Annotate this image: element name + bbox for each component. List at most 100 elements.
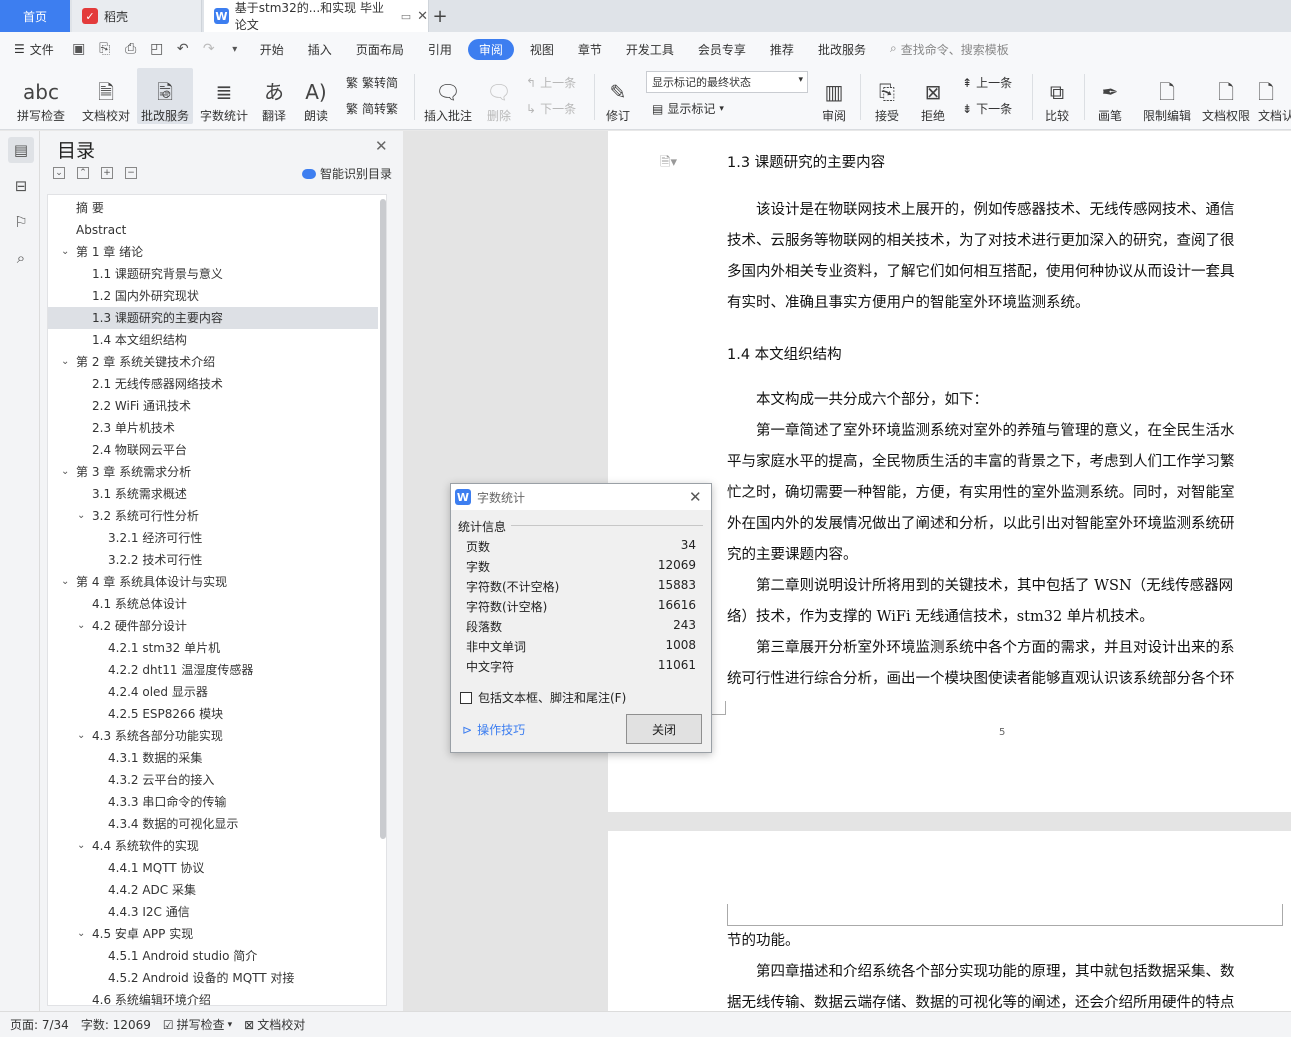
navigation-icon[interactable]: ⊟: [8, 173, 34, 199]
include-textbox-checkbox[interactable]: 包括文本框、脚注和尾注(F): [460, 689, 626, 706]
save-icon[interactable]: ▣: [66, 41, 92, 57]
menu-chapter[interactable]: 章节: [566, 41, 614, 58]
tab-home[interactable]: 首页: [0, 0, 70, 32]
prev-revision-button[interactable]: ⇞ 上一条: [962, 74, 1012, 91]
chevron-down-icon[interactable]: ⌄: [61, 461, 69, 483]
close-icon[interactable]: ✕: [375, 137, 388, 155]
toc-item[interactable]: 1.2 国内外研究现状: [48, 285, 378, 307]
toc-item[interactable]: 3.1 系统需求概述: [48, 483, 378, 505]
simp-to-trad-button[interactable]: 繁简转繁: [346, 100, 398, 117]
pen-button[interactable]: ✒ 画笔: [1092, 68, 1128, 124]
doc-check-status[interactable]: ⊠ 文档校对: [238, 1016, 311, 1033]
collapse-all-icon[interactable]: ⌃: [77, 167, 89, 179]
toc-item[interactable]: 1.4 本文组织结构: [48, 329, 378, 351]
word-count-indicator[interactable]: 字数: 12069: [75, 1016, 157, 1033]
toc-item[interactable]: 4.2.4 oled 显示器: [48, 681, 378, 703]
expand-all-icon[interactable]: ⌄: [53, 167, 65, 179]
tab-pin-icon[interactable]: ▭: [401, 10, 411, 23]
close-icon[interactable]: ✕: [689, 488, 702, 506]
new-tab-icon[interactable]: +: [430, 0, 450, 32]
tab-close-icon[interactable]: ✕: [417, 9, 428, 24]
revise-button[interactable]: ✎ 修订: [598, 68, 638, 124]
toc-item[interactable]: ⌄ 4.3 系统各部分功能实现: [48, 725, 378, 747]
bookmark-icon[interactable]: ⚐: [8, 209, 34, 235]
chevron-down-icon[interactable]: ⌄: [77, 835, 85, 857]
menu-recommend[interactable]: 推荐: [758, 41, 806, 58]
toc-item[interactable]: 4.3.2 云平台的接入: [48, 769, 378, 791]
word-count-button[interactable]: ≣ 字数统计: [197, 68, 251, 124]
toc-item[interactable]: ⌄ 第 4 章 系统具体设计与实现: [48, 571, 378, 593]
trad-to-simp-button[interactable]: 繁繁转简: [346, 74, 398, 91]
tips-link[interactable]: ⊳ 操作技巧: [462, 721, 525, 738]
toc-item[interactable]: 1.3 课题研究的主要内容: [48, 307, 378, 329]
command-search[interactable]: ⌕ 查找命令、搜索模板: [878, 41, 1021, 58]
restrict-edit-button[interactable]: 🗋 限制编辑: [1140, 68, 1194, 124]
toc-item[interactable]: ⌄ 4.4 系统软件的实现: [48, 835, 378, 857]
toc-item[interactable]: 4.3.4 数据的可视化显示: [48, 813, 378, 835]
menu-member[interactable]: 会员专享: [686, 41, 758, 58]
toc-item[interactable]: ⌄ 第 2 章 系统关键技术介绍: [48, 351, 378, 373]
menu-start[interactable]: 开始: [248, 41, 296, 58]
toc-item[interactable]: ⌄ 3.2 系统可行性分析: [48, 505, 378, 527]
menu-correction[interactable]: 批改服务: [806, 41, 878, 58]
close-button[interactable]: 关闭: [626, 714, 702, 744]
toc-item[interactable]: 4.6 系统编辑环境介绍: [48, 989, 378, 1005]
doc-rights-button[interactable]: 🗋 文档权限: [1198, 68, 1254, 124]
prev-comment-button[interactable]: ↰ 上一条: [526, 74, 576, 91]
reject-button[interactable]: ⊠ 拒绝: [914, 68, 952, 124]
toc-item[interactable]: 2.1 无线传感器网络技术: [48, 373, 378, 395]
toc-item[interactable]: ⌄ 4.5 安卓 APP 实现: [48, 923, 378, 945]
toc-item[interactable]: 摘 要: [48, 197, 378, 219]
export-pdf-icon[interactable]: ⎘: [92, 41, 118, 57]
toc-item[interactable]: 4.4.1 MQTT 协议: [48, 857, 378, 879]
toc-item[interactable]: 4.2.5 ESP8266 模块: [48, 703, 378, 725]
toc-item[interactable]: Abstract: [48, 219, 378, 241]
add-heading-icon[interactable]: +: [101, 167, 113, 179]
accept-button[interactable]: ⎘ 接受: [868, 68, 906, 124]
toc-item[interactable]: 4.2.2 dht11 温湿度传感器: [48, 659, 378, 681]
file-menu[interactable]: ☰ 文件: [0, 41, 66, 58]
review-pane-button[interactable]: ▥ 审阅: [816, 68, 852, 124]
toc-item[interactable]: 2.3 单片机技术: [48, 417, 378, 439]
read-aloud-button[interactable]: A) 朗读: [298, 68, 334, 124]
toc-item[interactable]: 2.4 物联网云平台: [48, 439, 378, 461]
toc-item[interactable]: 1.1 课题研究背景与意义: [48, 263, 378, 285]
spell-check-status[interactable]: ☑ 拼写检查 ▾: [157, 1016, 238, 1033]
compare-button[interactable]: ⧉ 比较: [1038, 68, 1076, 124]
delete-comment-button[interactable]: 🗨 删除: [480, 68, 518, 124]
translate-button[interactable]: あ翻译: [256, 68, 292, 124]
toc-item[interactable]: ⌄ 第 3 章 系统需求分析: [48, 461, 378, 483]
chevron-down-icon[interactable]: ⌄: [77, 505, 85, 527]
toc-item[interactable]: 4.4.2 ADC 采集: [48, 879, 378, 901]
show-marks-button[interactable]: ▤ 显示标记 ▾: [652, 100, 724, 117]
chevron-down-icon[interactable]: ⌄: [77, 615, 85, 637]
insert-comment-button[interactable]: 🗨 插入批注: [422, 68, 474, 124]
spell-check-button[interactable]: abc 拼写检查: [10, 68, 72, 124]
menu-layout[interactable]: 页面布局: [344, 41, 416, 58]
chevron-down-icon[interactable]: ⌄: [77, 725, 85, 747]
toc-item[interactable]: 4.5.1 Android studio 简介: [48, 945, 378, 967]
toc-panel-icon[interactable]: ▤: [8, 137, 34, 163]
dialog-title-bar[interactable]: W 字数统计: [451, 484, 711, 510]
toc-item[interactable]: 4.3.3 串口命令的传输: [48, 791, 378, 813]
toc-item[interactable]: 4.3.1 数据的采集: [48, 747, 378, 769]
next-comment-button[interactable]: ↳ 下一条: [526, 100, 576, 117]
toc-item[interactable]: ⌄ 4.2 硬件部分设计: [48, 615, 378, 637]
print-preview-icon[interactable]: ◰: [144, 41, 170, 57]
toc-item[interactable]: ⌄ 第 1 章 绪论: [48, 241, 378, 263]
menu-view[interactable]: 视图: [518, 41, 566, 58]
tab-daoke[interactable]: ✓ 稻壳: [72, 0, 202, 32]
menu-reference[interactable]: 引用: [416, 41, 464, 58]
toc-item[interactable]: 4.2.1 stm32 单片机: [48, 637, 378, 659]
undo-icon[interactable]: ↶: [170, 41, 196, 57]
menu-dev-tools[interactable]: 开发工具: [614, 41, 686, 58]
chevron-down-icon[interactable]: ⌄: [61, 351, 69, 373]
correction-service-button[interactable]: 🗟 批改服务: [137, 68, 193, 124]
chevron-down-icon[interactable]: ⌄: [77, 923, 85, 945]
doc-check-button[interactable]: 🗎 文档校对: [78, 68, 134, 124]
redo-icon[interactable]: ↷: [196, 41, 222, 57]
print-icon[interactable]: ⎙: [118, 41, 144, 57]
toc-item[interactable]: 3.2.1 经济可行性: [48, 527, 378, 549]
quick-access-more-icon[interactable]: ▾: [222, 44, 248, 55]
toc-item[interactable]: 4.4.3 I2C 通信: [48, 901, 378, 923]
